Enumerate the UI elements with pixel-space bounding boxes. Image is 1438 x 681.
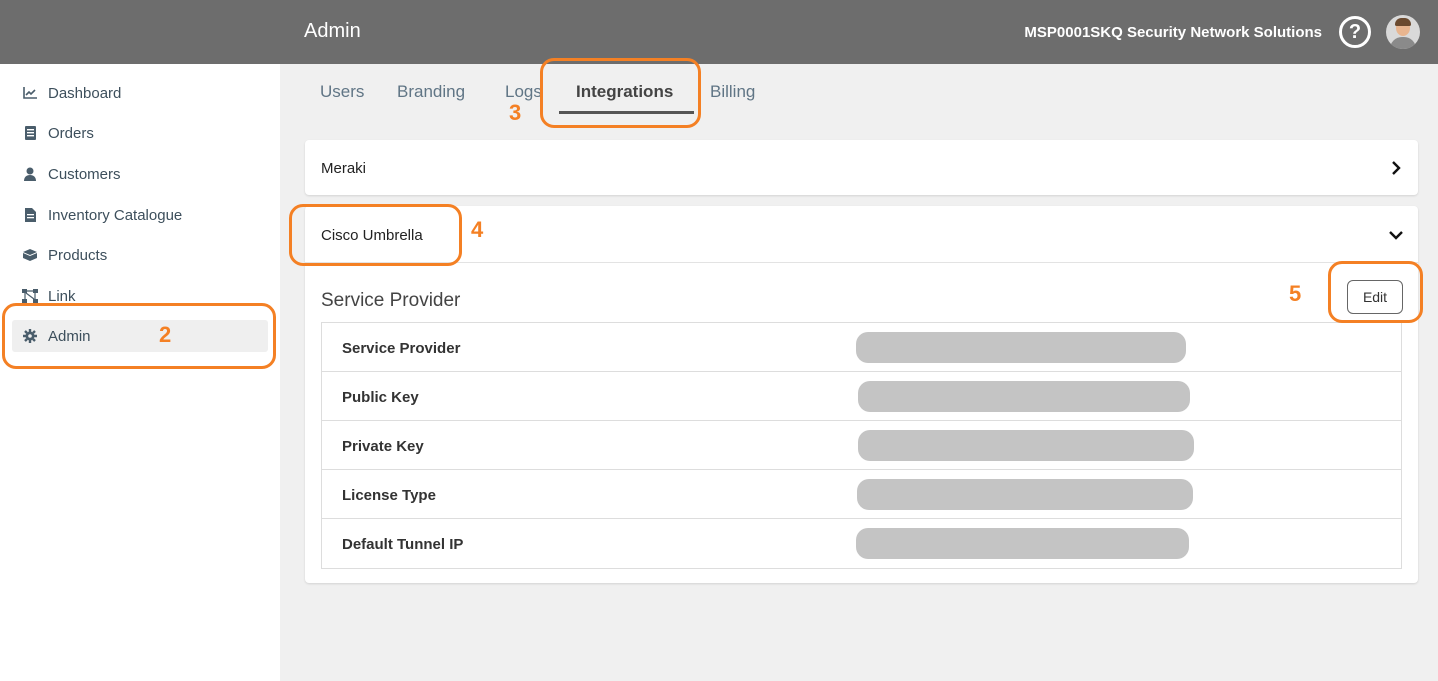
sidebar-item-label: Link (48, 287, 76, 305)
annotation-box-admin (2, 303, 276, 369)
field-label: Public Key (342, 389, 419, 406)
sidebar-item-label: Products (48, 246, 108, 264)
annotation-number: 5 (1289, 281, 1302, 306)
user-icon (22, 166, 38, 182)
main-content: Users Branding Logs Integrations Billing… (280, 64, 1438, 681)
sidebar-item-dashboard[interactable]: Dashboard (22, 78, 121, 108)
annotation-number: 2 (159, 322, 172, 347)
sidebar-item-label: Dashboard (48, 84, 122, 102)
tab-users[interactable]: Users (320, 82, 364, 102)
annotation-box-cisco-umbrella (289, 204, 462, 266)
box-icon (22, 247, 38, 263)
sidebar-item-label: Inventory Catalogue (48, 206, 183, 224)
page-title: Admin (304, 20, 361, 42)
help-icon[interactable]: ? (1339, 16, 1371, 48)
annotation-box-edit (1328, 261, 1423, 323)
field-label: Private Key (342, 438, 424, 455)
section-title: Service Provider (321, 290, 461, 311)
field-label: Service Provider (342, 340, 461, 357)
sidebar-item-customers[interactable]: Customers (22, 159, 121, 189)
table-row: Private Key (322, 421, 1401, 470)
redacted-value (858, 430, 1194, 461)
table-row: Service Provider (322, 323, 1401, 372)
tab-branding[interactable]: Branding (397, 82, 465, 102)
annotation-number: 3 (509, 100, 522, 125)
table-row: License Type (322, 470, 1401, 519)
table-row: Public Key (322, 372, 1401, 421)
sidebar: Dashboard Orders Customers Inventory Cat… (0, 64, 280, 681)
details-table: Service Provider Public Key Private Key … (321, 322, 1402, 569)
organization-label: MSP0001SKQ Security Network Solutions (1024, 24, 1322, 41)
document-icon (22, 207, 38, 223)
redacted-value (856, 332, 1186, 363)
sidebar-item-label: Orders (48, 124, 94, 142)
clipboard-icon (22, 125, 38, 141)
redacted-value (856, 528, 1189, 559)
top-bar: Admin MSP0001SKQ Security Network Soluti… (0, 0, 1438, 64)
table-row: Default Tunnel IP (322, 519, 1401, 568)
user-avatar-icon[interactable] (1386, 15, 1420, 49)
chart-line-icon (22, 85, 38, 101)
redacted-value (857, 479, 1193, 510)
chevron-down-icon[interactable] (1388, 227, 1404, 243)
field-label: License Type (342, 487, 436, 504)
tab-billing[interactable]: Billing (710, 82, 755, 102)
annotation-box-integrations (540, 58, 701, 128)
annotation-number: 4 (471, 217, 484, 242)
integration-cisco-umbrella: Cisco Umbrella Service Provider Edit Ser… (305, 206, 1418, 583)
redacted-value (858, 381, 1190, 412)
sidebar-item-inventory-catalogue[interactable]: Inventory Catalogue (22, 200, 182, 230)
sidebar-item-products[interactable]: Products (22, 240, 107, 270)
network-icon (22, 288, 38, 304)
integration-title: Meraki (321, 160, 367, 177)
integration-meraki[interactable]: Meraki (305, 140, 1418, 195)
sidebar-item-label: Customers (48, 165, 121, 183)
field-label: Default Tunnel IP (342, 536, 464, 553)
tab-logs[interactable]: Logs (505, 82, 542, 102)
chevron-right-icon[interactable] (1388, 160, 1404, 176)
sidebar-item-orders[interactable]: Orders (22, 118, 94, 148)
